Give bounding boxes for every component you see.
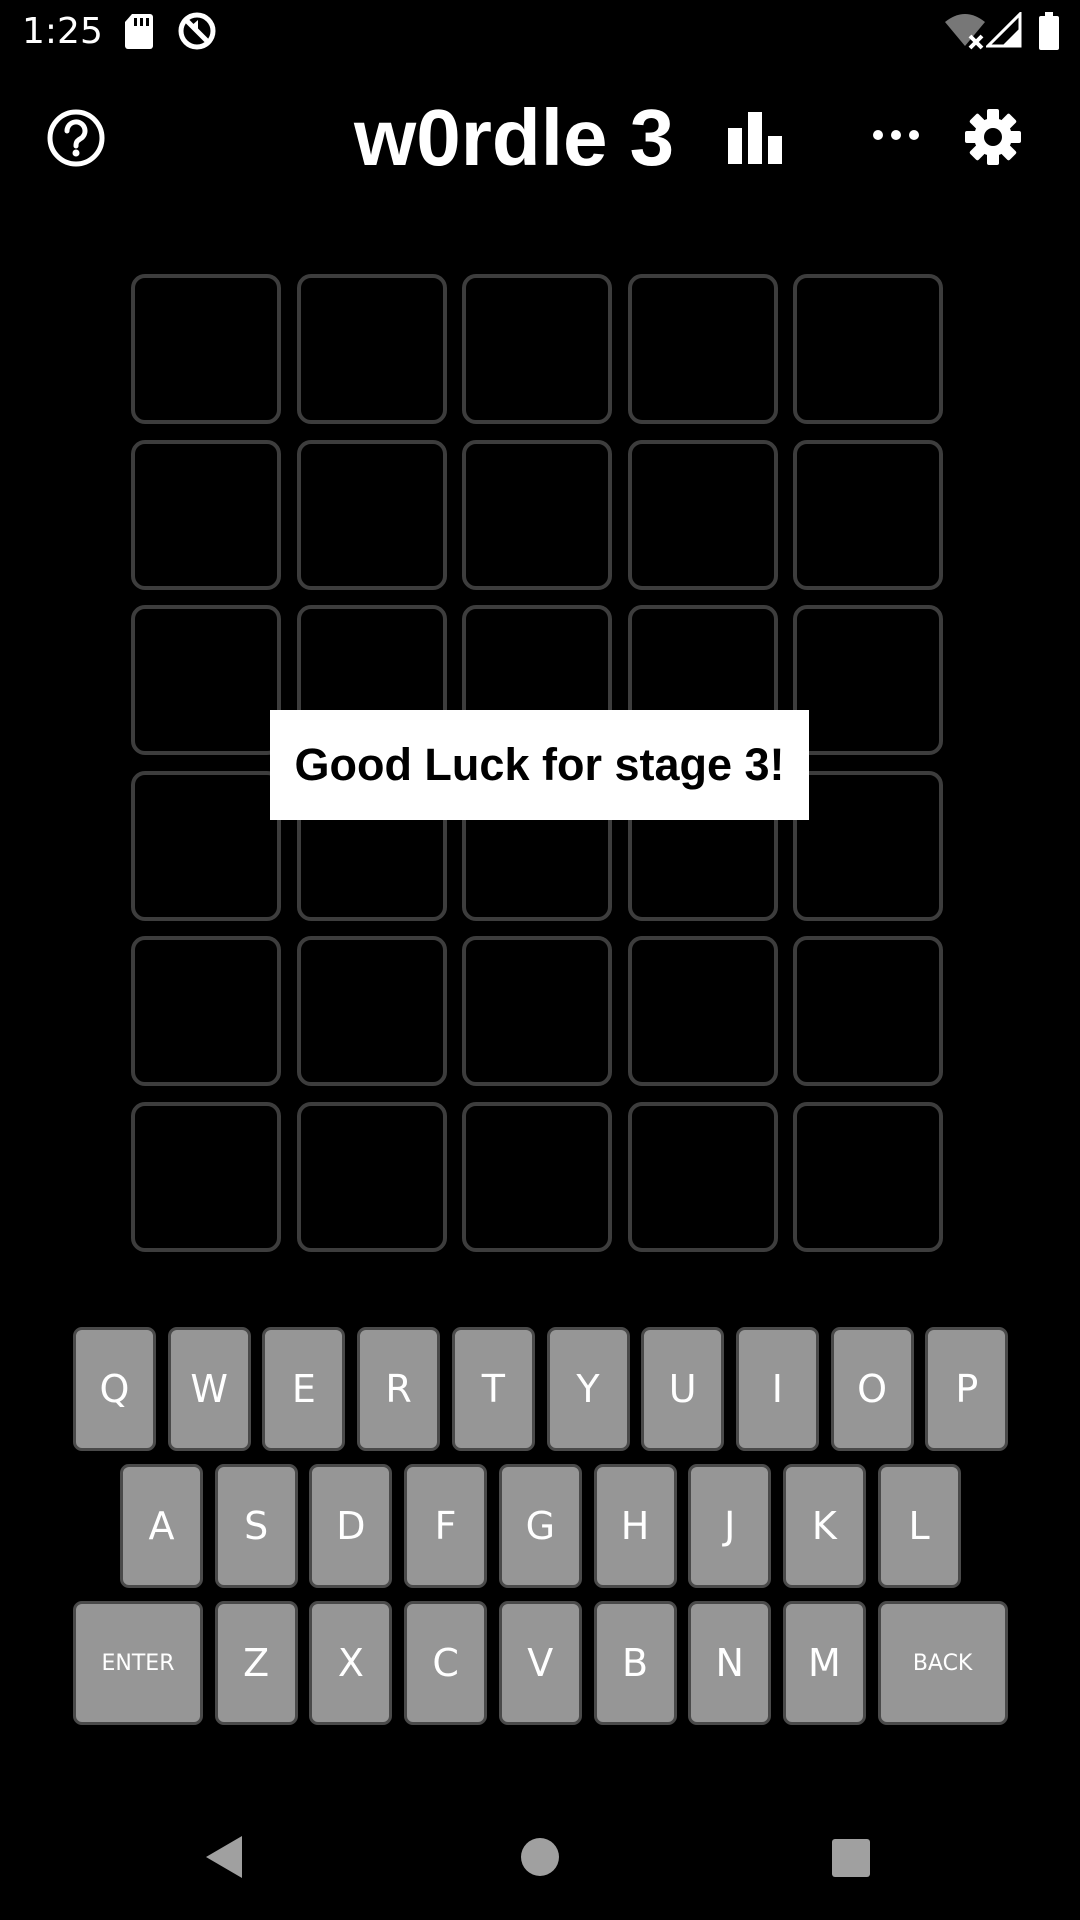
no-sync-icon (176, 10, 218, 57)
key-f[interactable]: F (404, 1464, 488, 1588)
home-circle-icon[interactable] (520, 1837, 560, 1882)
key-d[interactable]: D (309, 1464, 393, 1588)
key-y[interactable]: Y (546, 1327, 630, 1451)
board-tile (793, 770, 943, 921)
key-h[interactable]: H (593, 1464, 677, 1588)
bar-chart-icon[interactable] (726, 110, 788, 169)
board-tile (462, 274, 612, 424)
board-tile (296, 274, 447, 424)
key-s[interactable]: S (214, 1464, 298, 1588)
key-p[interactable]: P (925, 1327, 1009, 1451)
status-time: 1:25 (22, 11, 103, 52)
key-x[interactable]: X (309, 1601, 393, 1725)
board-tile (296, 936, 447, 1086)
board-tile (793, 936, 943, 1086)
board-tile (627, 439, 778, 590)
board-tile (131, 770, 281, 921)
key-g[interactable]: G (498, 1464, 582, 1588)
board-tile (131, 605, 281, 755)
key-a[interactable]: A (120, 1464, 203, 1588)
board-tile (462, 439, 612, 590)
key-m[interactable]: M (782, 1601, 866, 1725)
key-n[interactable]: N (688, 1601, 772, 1725)
back-triangle-icon[interactable] (204, 1834, 244, 1885)
board-tile (131, 439, 281, 590)
key-v[interactable]: V (498, 1601, 582, 1725)
battery-icon (1038, 12, 1060, 55)
key-back[interactable]: BACK (877, 1601, 1008, 1725)
board-tile (627, 274, 778, 424)
more-horizontal-icon[interactable] (872, 128, 920, 147)
board-tile (131, 1101, 281, 1252)
key-e[interactable]: E (262, 1327, 346, 1451)
key-o[interactable]: O (830, 1327, 914, 1451)
sd-card-icon (124, 12, 154, 55)
key-u[interactable]: U (641, 1327, 725, 1451)
key-r[interactable]: R (357, 1327, 441, 1451)
key-t[interactable]: T (451, 1327, 535, 1451)
board-tile (793, 605, 943, 755)
key-l[interactable]: L (877, 1464, 961, 1588)
key-q[interactable]: Q (73, 1327, 156, 1451)
help-circle-icon[interactable] (46, 108, 106, 173)
key-enter[interactable]: ENTER (73, 1601, 203, 1725)
board-tile (131, 936, 281, 1086)
app-title: w0rdle 3 (354, 93, 675, 182)
board-tile (793, 1101, 943, 1252)
key-z[interactable]: Z (214, 1601, 298, 1725)
key-w[interactable]: W (167, 1327, 251, 1451)
board-tile (793, 274, 943, 424)
board-tile (627, 1101, 778, 1252)
key-j[interactable]: J (688, 1464, 772, 1588)
key-b[interactable]: B (593, 1601, 677, 1725)
signal-icon (984, 10, 1022, 53)
board-tile (462, 1101, 612, 1252)
board-tile (627, 936, 778, 1086)
status-bar: 1:25 (0, 0, 1080, 64)
board-tile (296, 1101, 447, 1252)
toast-message: Good Luck for stage 3! (270, 710, 809, 820)
key-i[interactable]: I (735, 1327, 819, 1451)
recents-square-icon[interactable] (831, 1838, 871, 1883)
key-c[interactable]: C (404, 1601, 488, 1725)
board-tile (793, 439, 943, 590)
board-tile (131, 274, 281, 424)
gear-icon[interactable] (964, 108, 1022, 171)
key-k[interactable]: K (782, 1464, 866, 1588)
board-tile (296, 439, 447, 590)
wifi-off-icon (944, 12, 986, 55)
board-tile (462, 936, 612, 1086)
